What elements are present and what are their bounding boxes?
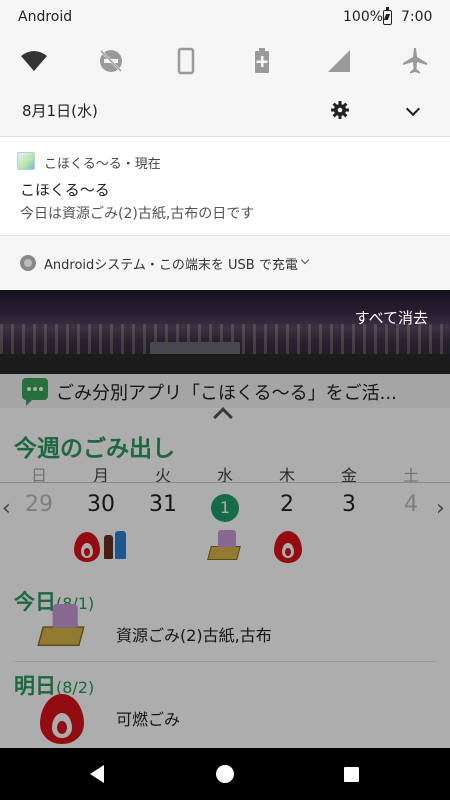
notification-app-line: こほくる〜る・現在 (44, 157, 161, 172)
system-notification[interactable]: Androidシステム・この端末を USB で充電 (0, 237, 450, 289)
battery-percent: 100% (343, 9, 384, 25)
carrier-label: Android (18, 9, 73, 25)
clear-all-button[interactable]: すべて消去 (355, 307, 428, 328)
airplane-mode-icon[interactable] (400, 46, 430, 76)
notification-shade: Android 100% 7:00 8月1日(水) こほくる〜る・現在 こほくる… (0, 0, 450, 290)
clock: 7:00 (401, 9, 433, 25)
back-button[interactable] (90, 765, 104, 783)
gear-icon[interactable] (331, 101, 349, 119)
notification-title: こほくる〜る (20, 181, 110, 199)
status-bar: Android 100% 7:00 (0, 0, 450, 34)
scrim-overlay (0, 290, 450, 748)
do-not-disturb-icon[interactable] (96, 46, 126, 76)
navigation-bar (0, 748, 450, 800)
recents-button[interactable] (344, 767, 359, 782)
battery-charging-icon (383, 7, 392, 25)
app-notification[interactable]: こほくる〜る・現在 こほくる〜る 今日は資源ごみ(2)古紙,古布の日です (0, 136, 450, 236)
app-icon (17, 152, 35, 170)
system-notification-text: Androidシステム・この端末を USB で充電 (44, 258, 298, 273)
battery-saver-icon[interactable] (247, 46, 277, 76)
wifi-icon[interactable] (19, 46, 49, 76)
date-row: 8月1日(水) (0, 92, 450, 128)
home-button[interactable] (216, 765, 234, 783)
chevron-down-icon[interactable] (405, 101, 421, 117)
cellular-icon[interactable] (324, 46, 354, 76)
date-label: 8月1日(水) (22, 102, 98, 120)
rotation-icon[interactable] (171, 46, 201, 76)
notification-body: 今日は資源ごみ(2)古紙,古布の日です (20, 206, 255, 222)
android-system-icon (20, 255, 36, 271)
chevron-down-icon[interactable] (300, 255, 310, 265)
